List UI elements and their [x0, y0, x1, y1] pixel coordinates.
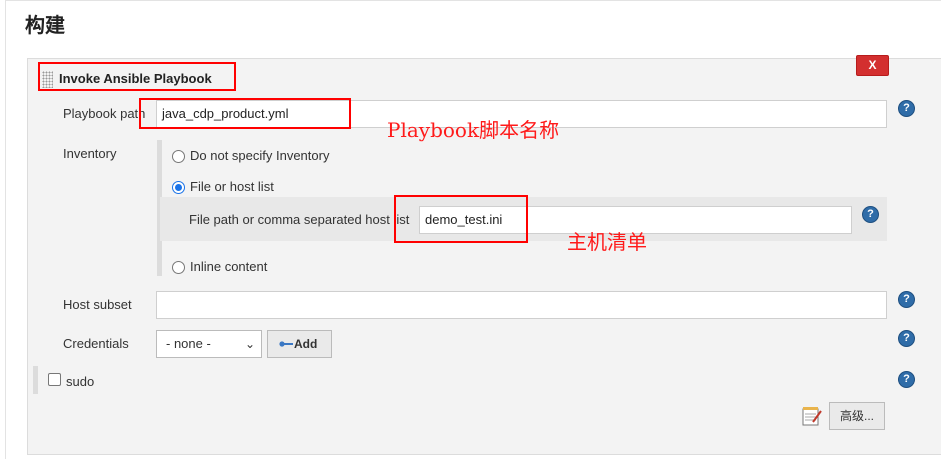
add-credentials-button[interactable]: Add	[267, 330, 332, 358]
radio-inline-content[interactable]	[172, 261, 185, 274]
notepad-icon	[802, 407, 822, 426]
help-icon[interactable]: ?	[898, 371, 915, 388]
credentials-selected-value: - none -	[166, 336, 211, 351]
left-divider	[5, 0, 6, 459]
sudo-checkbox[interactable]	[48, 373, 61, 386]
radio-file-host-list[interactable]	[172, 181, 185, 194]
add-credentials-label: Add	[294, 337, 318, 351]
credentials-label: Credentials	[63, 336, 129, 351]
annotation-box-file-path	[394, 195, 528, 243]
radio-file-host-list-label: File or host list	[190, 179, 274, 194]
radio-no-inventory[interactable]	[172, 150, 185, 163]
file-path-label: File path or comma separated host list	[189, 212, 410, 227]
host-subset-input[interactable]	[156, 291, 887, 319]
chevron-down-icon: ⌄	[244, 337, 255, 351]
credentials-select[interactable]: - none - ⌄	[156, 330, 262, 358]
delete-step-button[interactable]: X	[856, 55, 889, 76]
radio-no-inventory-label: Do not specify Inventory	[190, 148, 330, 163]
help-icon[interactable]: ?	[898, 330, 915, 347]
top-divider	[5, 0, 941, 1]
sudo-label: sudo	[66, 374, 95, 389]
playbook-path-label: Playbook path	[63, 106, 146, 121]
annotation-inventory-note: 主机清单	[567, 230, 647, 254]
annotation-box-step-title	[38, 62, 236, 91]
annotation-playbook-note: Playbook脚本名称	[387, 118, 560, 142]
help-icon[interactable]: ?	[898, 100, 915, 117]
section-title: 构建	[25, 13, 65, 37]
sudo-group-bar	[33, 366, 38, 394]
inventory-label: Inventory	[63, 146, 117, 161]
advanced-button[interactable]: 高级...	[829, 402, 885, 430]
key-icon	[279, 341, 293, 347]
host-subset-label: Host subset	[63, 297, 132, 312]
annotation-box-playbook-path	[139, 98, 351, 129]
radio-inline-content-label: Inline content	[190, 259, 268, 274]
help-icon[interactable]: ?	[862, 206, 879, 223]
help-icon[interactable]: ?	[898, 291, 915, 308]
